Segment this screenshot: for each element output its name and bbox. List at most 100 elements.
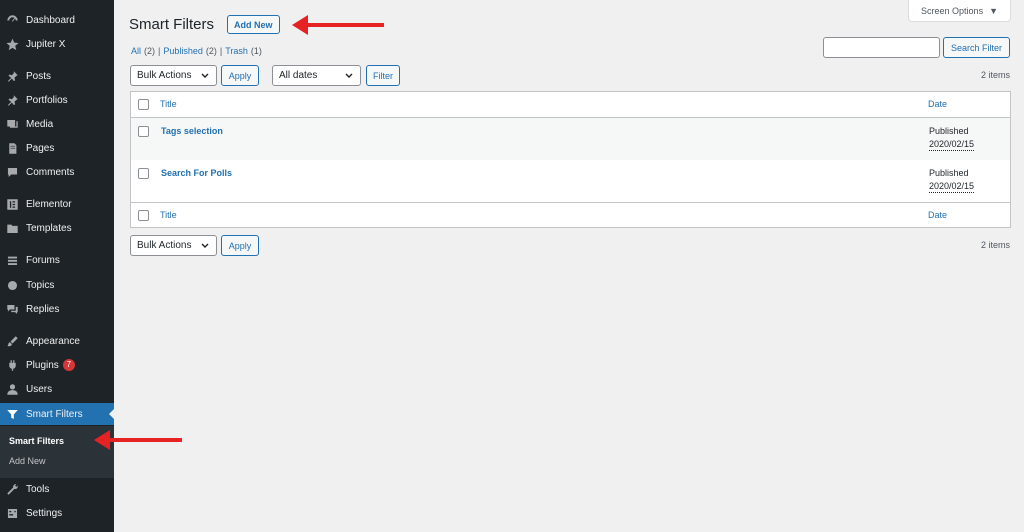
bulk-actions-select-bottom[interactable]: Bulk Actions [130,235,217,256]
table-footer-row: Title Date [131,202,1010,227]
screen-options-label: Screen Options [921,5,984,16]
sidebar-item-label: Forums [26,254,60,266]
sidebar-item-users[interactable]: Users [0,378,114,400]
apply-button-bottom[interactable]: Apply [221,235,259,256]
select-all-checkbox-footer[interactable] [138,210,149,221]
sidebar-item-label: Elementor [26,198,72,210]
chevron-down-icon [345,73,353,78]
main-content: Smart Filters Add New Screen Options ▼ A… [114,0,1024,532]
annotation-arrow-submenu [94,430,182,450]
view-trash-count: (1) [250,46,262,56]
apply-button-top[interactable]: Apply [221,65,259,86]
items-count-top: 2 items [980,70,1010,80]
bulk-actions-select-top[interactable]: Bulk Actions [130,65,217,86]
row-checkbox[interactable] [138,168,149,179]
table-row: Tags selection Published 2020/02/15 [131,118,1010,160]
row-title-link[interactable]: Tags selection [161,126,223,136]
sidebar-item-elementor[interactable]: Elementor [0,193,114,215]
row-date: 2020/02/15 [929,181,975,193]
screen-options-button[interactable]: Screen Options ▼ [908,0,1011,22]
sidebar-item-label: Plugins [26,359,59,371]
filters-table: Title Date Tags selection Published 2020… [130,91,1011,228]
view-all-count: (2) [144,46,156,56]
column-title-header[interactable]: Title [160,99,177,109]
column-title-footer[interactable]: Title [160,210,177,220]
sidebar-item-label: Smart Filters [26,408,83,420]
row-checkbox[interactable] [138,126,149,137]
sidebar-item-label: Dashboard [26,14,75,26]
sidebar-item-settings[interactable]: Settings [0,502,114,524]
user-icon [5,382,19,396]
sidebar-item-label: Topics [26,279,55,291]
row-title-link[interactable]: Search For Polls [161,168,232,178]
caret-down-icon: ▼ [989,5,998,16]
search-filter-button[interactable]: Search Filter [943,37,1010,58]
sidebar-item-jupiter-x[interactable]: Jupiter X [0,33,114,55]
media-icon [5,117,19,131]
star-icon [5,37,19,51]
table-header-row: Title Date [131,92,1010,118]
sidebar-item-label: Templates [26,222,72,234]
select-all-checkbox[interactable] [138,99,149,110]
chevron-down-icon [201,243,209,248]
comment-icon [5,165,19,179]
view-published-link[interactable]: Published [163,46,203,56]
sidebar-item-posts[interactable]: Posts [0,65,114,87]
settings-icon [5,506,19,520]
sidebar-item-tools[interactable]: Tools [0,478,114,500]
sidebar-item-label: Posts [26,70,52,82]
admin-sidebar: Dashboard Jupiter X Posts Portfolios Med… [0,0,114,532]
sidebar-item-plugins[interactable]: Plugins 7 [0,354,114,376]
replies-icon [5,302,19,316]
forum-icon [5,253,19,267]
sidebar-item-dashboard[interactable]: Dashboard [0,9,114,31]
column-date-header[interactable]: Date [928,99,947,109]
update-count-badge: 7 [62,359,75,371]
sidebar-item-label: Jupiter X [26,38,66,50]
view-all-link[interactable]: All [131,46,141,56]
bulk-actions-value: Bulk Actions [137,240,192,251]
separator: | [219,46,223,56]
elementor-icon [5,197,19,211]
row-status: Published [929,168,969,178]
view-trash-link[interactable]: Trash [225,46,248,56]
folder-icon [5,221,19,235]
row-date: 2020/02/15 [929,139,975,151]
sidebar-item-pages[interactable]: Pages [0,137,114,159]
submenu-item-smart-filters[interactable]: Smart Filters [9,436,64,446]
sidebar-item-smart-filters[interactable]: Smart Filters [0,403,114,425]
sidebar-item-replies[interactable]: Replies [0,298,114,320]
sidebar-item-appearance[interactable]: Appearance [0,330,114,352]
column-date-footer[interactable]: Date [928,210,947,220]
sidebar-item-label: Settings [26,507,63,519]
brush-icon [5,334,19,348]
sidebar-item-label: Portfolios [26,94,68,106]
sidebar-item-media[interactable]: Media [0,113,114,135]
sidebar-item-templates[interactable]: Templates [0,217,114,239]
sidebar-item-comments[interactable]: Comments [0,161,114,183]
sidebar-item-label: Pages [26,142,55,154]
chevron-down-icon [201,73,209,78]
view-published-count: (2) [205,46,217,56]
sidebar-item-label: Media [26,118,54,130]
sidebar-item-forums[interactable]: Forums [0,249,114,271]
dashboard-icon [5,13,19,27]
filter-button[interactable]: Filter [366,65,400,86]
sidebar-item-label: Users [26,383,53,395]
search-input[interactable] [823,37,940,58]
sidebar-item-label: Replies [26,303,60,315]
sidebar-item-label: Comments [26,166,75,178]
items-count-bottom: 2 items [980,240,1010,250]
sidebar-item-label: Tools [26,483,50,495]
row-status: Published [929,126,969,136]
pin-icon [5,93,19,107]
bulk-actions-value: Bulk Actions [137,70,192,81]
date-filter-select[interactable]: All dates [272,65,361,86]
sidebar-item-portfolios[interactable]: Portfolios [0,89,114,111]
submenu-item-add-new[interactable]: Add New [9,456,46,466]
page-title: Smart Filters [129,16,215,33]
post-status-views: All (2) | Published (2) | Trash (1) [131,46,262,56]
add-new-button[interactable]: Add New [227,15,280,34]
sidebar-item-topics[interactable]: Topics [0,274,114,296]
separator: | [158,46,161,56]
